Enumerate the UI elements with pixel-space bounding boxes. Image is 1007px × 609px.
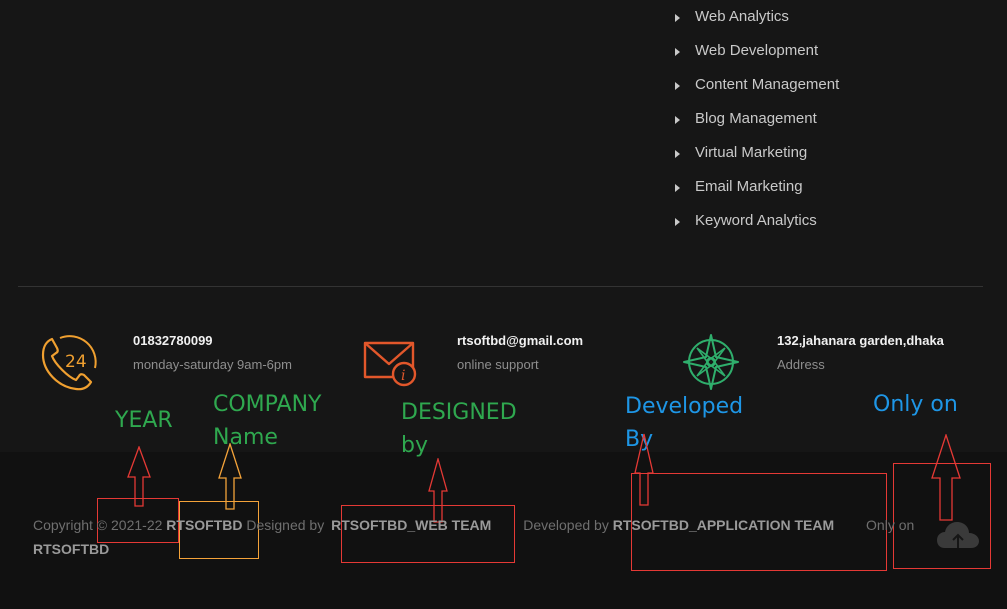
contact-address: 132,jahanara garden,dhaka Address [682,333,944,393]
contact-email: i rtsoftbd@gmail.com online support [362,333,583,393]
site-link[interactable]: RTSOFTBD [33,541,109,557]
scroll-to-top-cloud-icon[interactable] [935,518,981,554]
company-link[interactable]: RTSOFTBD [166,517,242,533]
footer-divider [18,286,983,287]
envelope-info-icon: i [363,341,417,387]
link-email-marketing[interactable]: Email Marketing [695,172,803,202]
list-item: Content Management [675,68,839,102]
list-item: Virtual Marketing [675,136,839,170]
services-list: Web Analytics Web Development Content Ma… [675,0,839,238]
link-web-analytics[interactable]: Web Analytics [695,2,789,32]
only-on-text: Only on [866,517,915,533]
svg-text:i: i [401,368,405,384]
phone-24-icon: 24 [41,335,97,391]
copyright-text: Copyright © 2021-22 [33,517,163,533]
caret-right-icon [675,48,680,56]
annotation-designed-label-line1: DESIGNED [401,400,517,425]
design-team-link[interactable]: RTSOFTBD_WEB TEAM [331,517,491,533]
annotation-company-label-line1: COMPANY [213,392,322,417]
caret-right-icon [675,116,680,124]
list-item: Email Marketing [675,170,839,204]
annotation-designed-label-line2: by [401,433,428,458]
link-web-development[interactable]: Web Development [695,36,818,66]
street-address: 132,jahanara garden,dhaka [777,333,944,348]
caret-right-icon [675,184,680,192]
caret-right-icon [675,150,680,158]
designed-by-text: Designed by [246,517,325,533]
address-label: Address [777,357,825,372]
caret-right-icon [675,218,680,226]
svg-text:24: 24 [65,352,87,372]
annotation-year-label: YEAR [115,408,173,433]
list-item: Web Analytics [675,0,839,34]
list-item: Web Development [675,34,839,68]
dev-team-link[interactable]: RTSOFTBD_APPLICATION TEAM [613,517,834,533]
copyright-bar: Copyright © 2021-22 RTSOFTBD Designed by… [33,513,953,561]
annotation-developed-label-line1: Developed [625,394,744,419]
developed-by-text: Developed by [523,517,609,533]
link-keyword-analytics[interactable]: Keyword Analytics [695,206,817,236]
phone-hours: monday-saturday 9am-6pm [133,357,292,372]
compass-icon [683,334,739,390]
contact-phone: 24 01832780099 monday-saturday 9am-6pm [38,333,292,393]
link-content-management[interactable]: Content Management [695,70,839,100]
link-blog-management[interactable]: Blog Management [695,104,817,134]
annotation-only-on-label: Only on [873,392,958,417]
link-virtual-marketing[interactable]: Virtual Marketing [695,138,807,168]
email-support: online support [457,357,539,372]
caret-right-icon [675,14,680,22]
email-address: rtsoftbd@gmail.com [457,333,584,348]
list-item: Blog Management [675,102,839,136]
phone-number: 01832780099 [133,333,213,348]
list-item: Keyword Analytics [675,204,839,238]
caret-right-icon [675,82,680,90]
